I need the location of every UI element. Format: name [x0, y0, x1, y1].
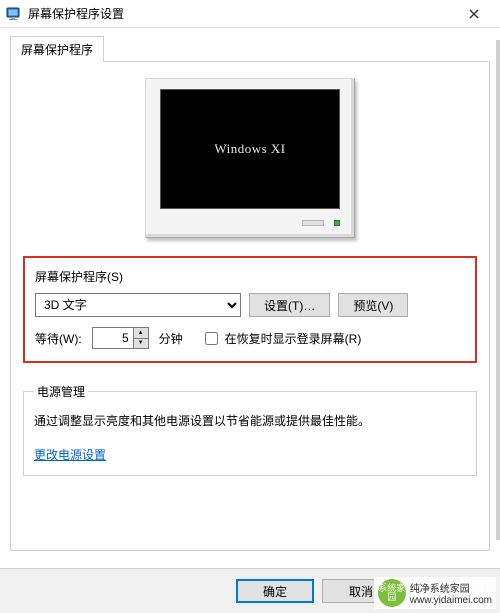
screensaver-group-highlight: 屏幕保护程序(S) 3D 文字 设置(T)… 预览(V) 等待(W): ▲ ▼ … [23, 256, 477, 363]
cancel-button[interactable]: 取消 [322, 579, 400, 603]
monitor-preview: Windows XI [145, 78, 355, 238]
screensaver-group-label: 屏幕保护程序(S) [35, 268, 465, 285]
close-icon [469, 9, 479, 19]
resume-checkbox-wrap[interactable]: 在恢复时显示登录屏幕(R) [201, 329, 362, 348]
resume-checkbox[interactable] [205, 332, 218, 345]
preview-area: Windows XI [23, 74, 477, 256]
monitor-button-deco [302, 220, 324, 226]
tab-panel: Windows XI 屏幕保护程序(S) 3D 文字 设置(T)… 预览(V) … [10, 61, 490, 551]
ok-button[interactable]: 确定 [236, 579, 314, 603]
resume-checkbox-label: 在恢复时显示登录屏幕(R) [225, 330, 362, 347]
monitor-screen: Windows XI [160, 89, 340, 209]
screensaver-select-row: 3D 文字 设置(T)… 预览(V) [35, 293, 465, 317]
tab-label: 屏幕保护程序 [21, 43, 93, 57]
wait-input[interactable] [93, 328, 133, 348]
wait-label: 等待(W): [35, 330, 82, 347]
wait-unit: 分钟 [159, 330, 183, 347]
apply-button[interactable]: 应用(A) [408, 579, 486, 603]
monitor-led [334, 220, 340, 226]
window-title: 屏幕保护程序设置 [28, 5, 454, 22]
spin-down[interactable]: ▼ [134, 339, 148, 349]
dialog-body: 屏幕保护程序 Windows XI 屏幕保护程序(S) 3D 文字 设置(T)…… [0, 28, 500, 551]
screensaver-select[interactable]: 3D 文字 [35, 293, 241, 317]
change-power-link[interactable]: 更改电源设置 [34, 448, 106, 462]
title-bar: 屏幕保护程序设置 [0, 0, 500, 28]
preview-button[interactable]: 预览(V) [338, 293, 408, 317]
tab-screensaver[interactable]: 屏幕保护程序 [10, 36, 104, 62]
power-text: 通过调整显示亮度和其他电源设置以节省能源或提供最佳性能。 [34, 412, 466, 430]
power-management-group: 电源管理 通过调整显示亮度和其他电源设置以节省能源或提供最佳性能。 更改电源设置 [23, 383, 477, 476]
close-button[interactable] [454, 3, 494, 25]
power-legend: 电源管理 [34, 383, 88, 400]
dialog-footer: 确定 取消 应用(A) [0, 568, 500, 613]
wait-row: 等待(W): ▲ ▼ 分钟 在恢复时显示登录屏幕(R) [35, 327, 465, 349]
settings-button[interactable]: 设置(T)… [249, 293, 330, 317]
wait-spinner: ▲ ▼ [92, 327, 149, 349]
right-scroll-hint [496, 40, 500, 540]
app-icon [6, 6, 22, 22]
screen-caption: Windows XI [214, 141, 285, 157]
spin-up[interactable]: ▲ [134, 328, 148, 339]
